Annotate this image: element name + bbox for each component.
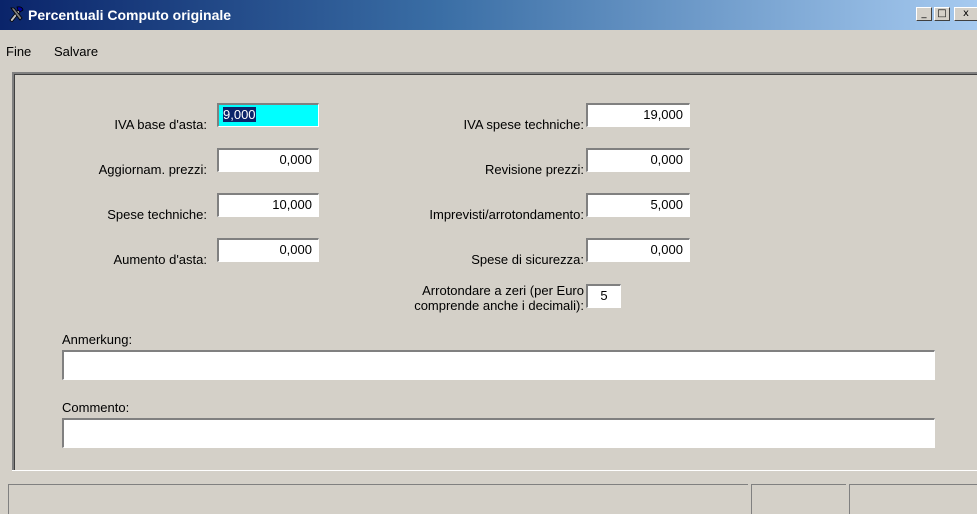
arrotondare-input[interactable]: 5 bbox=[586, 284, 621, 308]
iva-spese-techniche-input[interactable]: 19,000 bbox=[586, 103, 690, 127]
label-arrotondare-line1: Arrotondare a zeri (per Euro bbox=[422, 283, 584, 298]
status-panel-main bbox=[8, 484, 748, 514]
label-iva-base-asta: IVA base d'asta: bbox=[114, 117, 207, 132]
label-imprevisti: Imprevisti/arrotondamento: bbox=[429, 207, 584, 222]
title-bar[interactable]: Percentuali Computo originale _ □ x bbox=[0, 0, 977, 30]
label-arrotondare: Arrotondare a zeri (per Euro comprende a… bbox=[414, 283, 584, 313]
label-spese-sicurezza: Spese di sicurezza: bbox=[471, 252, 584, 267]
anmerkung-input[interactable] bbox=[62, 350, 935, 380]
minimize-button[interactable]: _ bbox=[916, 7, 932, 21]
close-button[interactable]: x bbox=[954, 7, 977, 21]
status-bar bbox=[0, 480, 977, 514]
commento-input[interactable] bbox=[62, 418, 935, 448]
maximize-button[interactable]: □ bbox=[934, 7, 950, 21]
label-aumento-asta: Aumento d'asta: bbox=[113, 252, 207, 267]
label-anmerkung: Anmerkung: bbox=[62, 332, 133, 347]
form-panel-divider bbox=[12, 470, 977, 471]
iva-base-asta-input[interactable]: 9,000 bbox=[217, 103, 319, 127]
status-panel-2 bbox=[751, 484, 846, 514]
revisione-prezzi-input[interactable]: 0,000 bbox=[586, 148, 690, 172]
menu-bar: Fine Salvare bbox=[0, 30, 977, 66]
label-aggiornam-prezzi: Aggiornam. prezzi: bbox=[98, 162, 207, 177]
menu-salvare[interactable]: Salvare bbox=[54, 44, 98, 59]
label-arrotondare-line2: comprende anche i decimali): bbox=[414, 298, 584, 313]
spese-techniche-input[interactable]: 10,000 bbox=[217, 193, 319, 217]
aumento-asta-input[interactable]: 0,000 bbox=[217, 238, 319, 262]
imprevisti-input[interactable]: 5,000 bbox=[586, 193, 690, 217]
label-commento: Commento: bbox=[62, 400, 130, 415]
label-revisione-prezzi: Revisione prezzi: bbox=[485, 162, 584, 177]
status-panel-3 bbox=[849, 484, 977, 514]
spese-sicurezza-input[interactable]: 0,000 bbox=[586, 238, 690, 262]
label-spese-techniche: Spese techniche: bbox=[107, 207, 207, 222]
aggiornam-prezzi-input[interactable]: 0,000 bbox=[217, 148, 319, 172]
window-title: Percentuali Computo originale bbox=[28, 7, 232, 23]
menu-fine[interactable]: Fine bbox=[6, 44, 31, 59]
app-tools-icon bbox=[9, 6, 24, 22]
label-iva-spese-techniche: IVA spese techniche: bbox=[463, 117, 584, 132]
